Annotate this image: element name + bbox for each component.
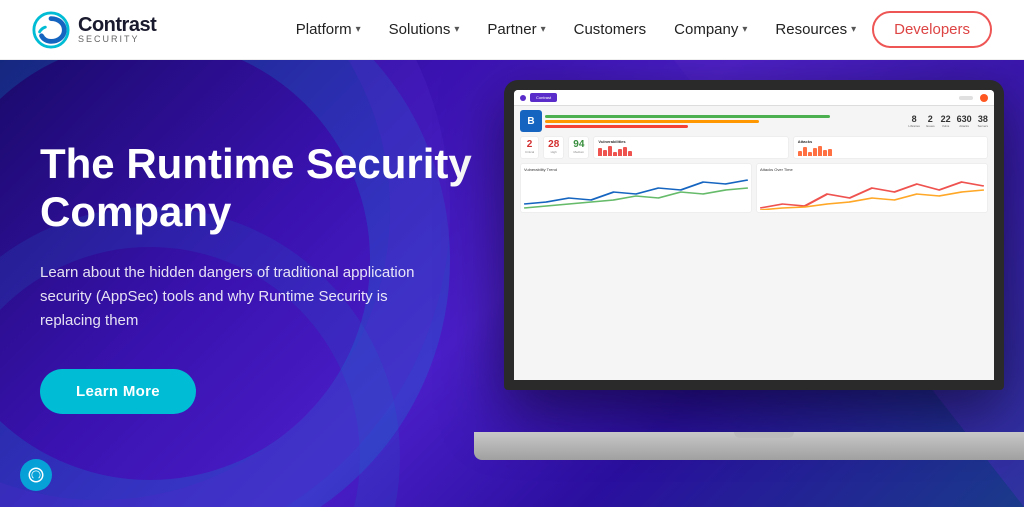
vulnerability-trend-chart: Vulnerability Trend	[520, 163, 752, 213]
hero-description: Learn about the hidden dangers of tradit…	[40, 261, 440, 333]
chevron-down-icon: ▾	[454, 24, 459, 35]
attack-svg	[760, 174, 984, 210]
summary-stats: 8 Libraries 2 Issues 22	[908, 114, 988, 128]
nav-customers[interactable]: Customers	[562, 13, 659, 46]
nav-platform[interactable]: Platform ▾	[284, 13, 373, 46]
high-stat: 28 High	[543, 136, 564, 159]
trend-svg	[524, 174, 748, 210]
navbar: Contrast SECURITY Platform ▾ Solutions ▾…	[0, 0, 1024, 60]
nav-resources[interactable]: Resources ▾	[763, 13, 868, 46]
nav-partner[interactable]: Partner ▾	[475, 13, 557, 46]
attack-bars	[798, 146, 983, 156]
vulnerabilities-section: Vulnerabilities	[593, 136, 788, 159]
chevron-down-icon: ▾	[742, 24, 747, 35]
attack-over-chart: Attacks Over Time	[756, 163, 988, 213]
stat-item: 38 Servers	[978, 114, 988, 128]
attacks-section: Attacks	[793, 136, 988, 159]
logo[interactable]: Contrast SECURITY	[32, 11, 156, 49]
dash-logo	[520, 95, 526, 101]
medium-stat: 94 Medium	[568, 136, 589, 159]
laptop-notch	[734, 432, 794, 438]
dash-body: B 8 Libraries	[514, 106, 994, 380]
brand-name: Contrast	[78, 15, 156, 35]
chevron-down-icon: ▾	[541, 24, 546, 35]
dash-row-1: B 8 Libraries	[520, 110, 988, 132]
chat-icon	[27, 466, 45, 484]
stat-item: 2 Issues	[926, 114, 935, 128]
dashboard-preview: Contrast B	[514, 90, 994, 380]
chevron-down-icon: ▾	[851, 24, 856, 35]
security-score: B	[520, 110, 542, 132]
learn-more-button[interactable]: Learn More	[40, 369, 196, 414]
nav-solutions[interactable]: Solutions ▾	[377, 13, 472, 46]
hero-title: The Runtime Security Company	[40, 140, 490, 237]
dash-row-2: 2 Critical 28 High 94 Medium	[520, 136, 988, 159]
brand-sub: SECURITY	[78, 35, 156, 44]
stat-item: 22 Vulns	[941, 114, 951, 128]
logo-text: Contrast SECURITY	[78, 15, 156, 44]
nav-company[interactable]: Company ▾	[662, 13, 759, 46]
laptop-screen: Contrast B	[504, 80, 1004, 390]
laptop-illustration: Contrast B	[474, 80, 1024, 490]
laptop: Contrast B	[474, 80, 1024, 460]
stat-item: 8 Libraries	[908, 114, 920, 128]
laptop-base	[474, 432, 1024, 460]
nav-menu: Platform ▾ Solutions ▾ Partner ▾ Custome…	[284, 11, 992, 48]
dash-row-3: Vulnerability Trend At	[520, 163, 988, 213]
developers-button[interactable]: Developers	[872, 11, 992, 48]
critical-stat: 2 Critical	[520, 136, 539, 159]
vuln-bars	[598, 146, 783, 156]
attack-chart-area	[760, 174, 984, 210]
dash-header: Contrast	[514, 90, 994, 106]
chevron-down-icon: ▾	[356, 24, 361, 35]
score-bars	[545, 110, 901, 132]
dashboard: Contrast B	[514, 90, 994, 380]
dash-tab: Contrast	[530, 93, 557, 102]
chat-widget-button[interactable]	[20, 459, 52, 491]
hero-content: The Runtime Security Company Learn about…	[40, 140, 490, 414]
logo-icon	[32, 11, 70, 49]
chart-area	[524, 174, 748, 210]
stat-item: 630 Attacks	[957, 114, 972, 128]
hero-section: The Runtime Security Company Learn about…	[0, 60, 1024, 507]
